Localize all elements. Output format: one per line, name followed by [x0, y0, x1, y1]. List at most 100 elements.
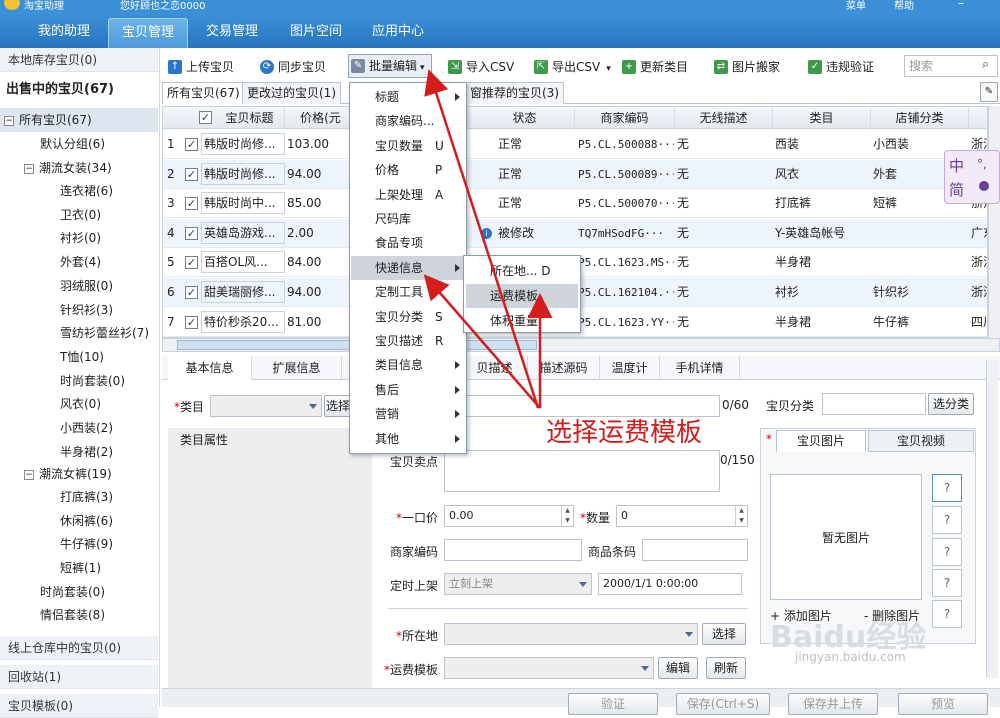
collapse-icon[interactable]: −	[24, 163, 34, 174]
cell-wireless[interactable]: 无	[677, 189, 689, 218]
sidebar-item[interactable]: 时尚套装(0)	[0, 580, 158, 604]
freight-refresh-button[interactable]: 刷新	[706, 657, 746, 679]
help-link[interactable]: 帮助	[894, 0, 914, 12]
menu-item[interactable]: 宝贝分类 S	[351, 305, 465, 329]
sidebar-subitem[interactable]: 休闲裤(6)	[0, 509, 158, 533]
table-horizontal-scrollbar[interactable]	[162, 338, 1000, 352]
schedule-select[interactable]: 立刻上架	[444, 573, 592, 595]
category-choose-button[interactable]: 选择	[324, 395, 352, 417]
tab-source[interactable]: 描述源码	[528, 356, 600, 380]
sidebar-local-stock[interactable]: 本地库存宝贝(0)	[0, 48, 158, 72]
category-select[interactable]	[210, 395, 322, 417]
submenu-item[interactable]: 所在地... D	[466, 259, 578, 283]
cell-code[interactable]: P5.CL.1623.MS···	[578, 248, 674, 277]
sidebar-group-pants[interactable]: − 潮流女裤(19)	[0, 462, 158, 486]
menu-item[interactable]: 标题	[351, 85, 465, 109]
sidebar-subitem[interactable]: 牛仔裤(9)	[0, 532, 158, 556]
col-title[interactable]: 宝贝标题	[215, 107, 285, 129]
image-slot[interactable]: ?	[932, 569, 962, 597]
nav-tab-assistant[interactable]: 我的助理	[26, 18, 102, 48]
shop-category-input[interactable]	[822, 393, 926, 415]
cell-wireless[interactable]: 无	[677, 130, 689, 159]
stepper-icon[interactable]: ▲ ▼	[561, 506, 573, 526]
cell-price[interactable]: 84.00	[287, 248, 321, 277]
sidebar-subitem[interactable]: 时尚套装(0)	[0, 369, 158, 393]
image-slot[interactable]: ?	[932, 474, 962, 502]
sidebar-subitem[interactable]: 衬衫(0)	[0, 226, 158, 250]
tab-description[interactable]: 贝描述	[462, 356, 528, 380]
cell-wireless[interactable]: 无	[677, 278, 689, 307]
nav-tab-items[interactable]: 宝贝管理	[108, 18, 188, 48]
nav-tab-images[interactable]: 图片空间	[280, 18, 352, 48]
main-image-box[interactable]: 暂无图片	[770, 474, 922, 600]
tab-mobile-detail[interactable]: 手机详情	[660, 356, 740, 380]
cell-location[interactable]: 广东	[971, 219, 987, 248]
violation-button[interactable]: ✓ 违规验证	[806, 56, 874, 78]
image-slot[interactable]: ?	[932, 538, 962, 566]
batch-edit-button[interactable]: ✎ 批量编辑 ▾	[348, 54, 432, 78]
location-choose-button[interactable]: 选择	[702, 623, 746, 645]
sidebar-subitem[interactable]: T恤(10)	[0, 345, 158, 369]
cell-title[interactable]: 韩版时尚修...	[201, 133, 285, 155]
cell-status[interactable]: 被修改	[498, 219, 534, 248]
sidebar-group-women[interactable]: − 潮流女装(34)	[0, 156, 158, 180]
menu-item[interactable]: 价格 P	[351, 158, 465, 182]
collapse-icon[interactable]: −	[4, 115, 14, 126]
cell-status[interactable]: 正常	[498, 160, 522, 189]
punctuation-icon[interactable]: °,	[977, 157, 987, 171]
shop-category-button[interactable]: 选分类	[928, 393, 974, 415]
sync-button[interactable]: ⟳ 同步宝贝	[258, 56, 326, 78]
row-checkbox[interactable]: ✓	[185, 138, 198, 151]
col-code[interactable]: 商家编码	[575, 107, 675, 129]
menu-item[interactable]: 宝贝数量 U	[351, 134, 465, 158]
cell-category[interactable]: 衬衫	[775, 278, 871, 307]
save-upload-button[interactable]: 保存并上传	[788, 693, 878, 715]
col-status[interactable]: 状态	[475, 107, 575, 129]
cell-price[interactable]: 2.00	[287, 219, 314, 248]
tab-item-videos[interactable]: 宝贝视频	[868, 430, 974, 452]
sidebar-subitem[interactable]: 羽绒服(0)	[0, 274, 158, 298]
image-slot[interactable]: ?	[932, 506, 962, 534]
tab-thermometer[interactable]: 温度计	[600, 356, 660, 380]
cell-code[interactable]: P5.CL.500070···	[578, 189, 674, 218]
menu-item[interactable]: 食品专项	[351, 231, 465, 255]
sidebar-template[interactable]: 宝贝模板(0)	[0, 694, 158, 718]
moon-icon[interactable]	[979, 181, 989, 191]
tab-basic-info[interactable]: 基本信息	[168, 356, 252, 380]
menu-item[interactable]: 尺码库	[351, 207, 465, 231]
menu-link[interactable]: 菜单	[846, 0, 866, 12]
cell-code[interactable]: TQ7mHSodFG···	[578, 219, 674, 248]
preview-button[interactable]: 预览	[898, 693, 988, 715]
export-csv-button[interactable]: ⇱ 导出CSV ▾	[532, 56, 611, 78]
sidebar-subitem[interactable]: 风衣(0)	[0, 392, 158, 416]
barcode-input[interactable]	[642, 539, 748, 561]
menu-item[interactable]: 商家编码...	[351, 109, 465, 133]
sidebar-subitem[interactable]: 半身裙(2)	[0, 440, 158, 464]
col-wireless[interactable]: 无线描述	[675, 107, 773, 129]
table-vertical-scrollbar[interactable]	[988, 106, 1000, 338]
menu-item[interactable]: 售后	[351, 378, 465, 402]
sidebar-all-items[interactable]: − 所有宝贝(67)	[0, 108, 158, 132]
sidebar-subitem[interactable]: 针织衫(3)	[0, 298, 158, 322]
save-button[interactable]: 保存(Ctrl+S)	[676, 693, 770, 715]
sidebar-subitem[interactable]: 雪纺衫蕾丝衫(7)	[0, 321, 158, 345]
sidebar-warehouse[interactable]: 线上仓库中的宝贝(0)	[0, 636, 158, 660]
cell-title[interactable]: 英雄岛游戏...	[201, 221, 285, 244]
sidebar-subitem[interactable]: 连衣裙(6)	[0, 179, 158, 203]
merchant-code-input[interactable]	[444, 539, 582, 561]
cell-code[interactable]: P5.CL.500088···	[578, 130, 674, 159]
row-checkbox[interactable]: ✓	[185, 226, 198, 240]
update-category-button[interactable]: + 更新类目	[620, 56, 688, 78]
tab-all-items[interactable]: 所有宝贝(67)	[162, 82, 245, 104]
sidebar-subitem[interactable]: 短裤(1)	[0, 556, 158, 580]
row-checkbox[interactable]: ✓	[185, 315, 198, 329]
select-all-checkbox[interactable]: ✓	[199, 111, 212, 124]
price-input[interactable]: 0.00 ▲ ▼	[444, 505, 574, 527]
ime-charset[interactable]: 简	[949, 179, 964, 200]
cell-code[interactable]: P5.CL.500089···	[578, 160, 674, 189]
cell-code[interactable]: P5.CL.162104.···	[578, 278, 674, 307]
cell-location[interactable]: 四川	[971, 308, 987, 337]
cell-shop-category[interactable]: 针织衫	[873, 278, 909, 307]
upload-button[interactable]: ↑ 上传宝贝	[166, 56, 234, 78]
minimize-icon[interactable]: –	[958, 0, 964, 10]
